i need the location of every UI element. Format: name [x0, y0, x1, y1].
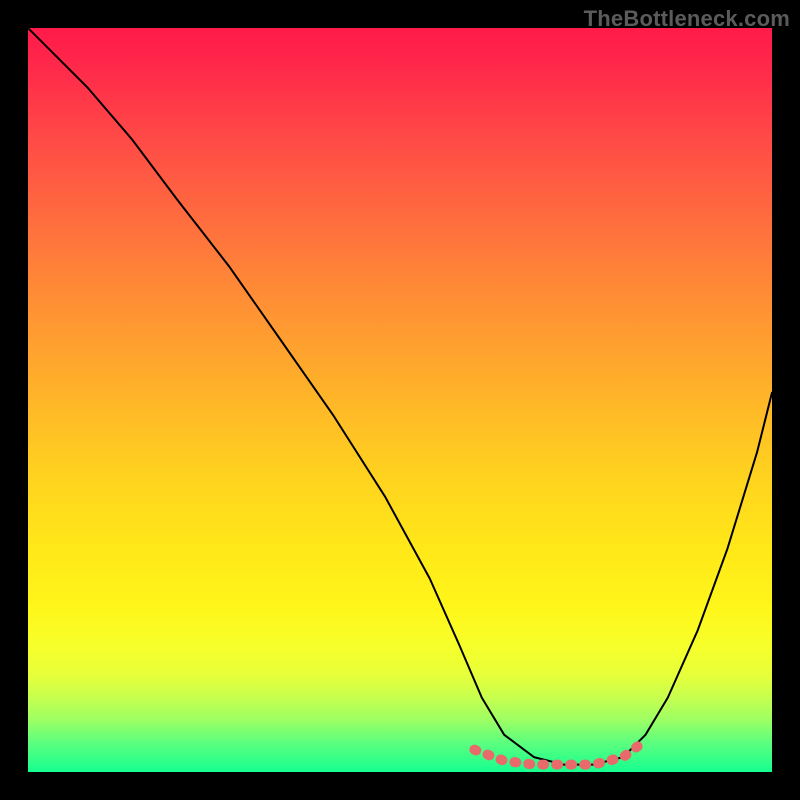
optimal-range-marker	[474, 746, 638, 765]
bottleneck-curve	[28, 28, 772, 765]
chart-svg	[28, 28, 772, 772]
chart-container: TheBottleneck.com	[0, 0, 800, 800]
plot-area	[28, 28, 772, 772]
